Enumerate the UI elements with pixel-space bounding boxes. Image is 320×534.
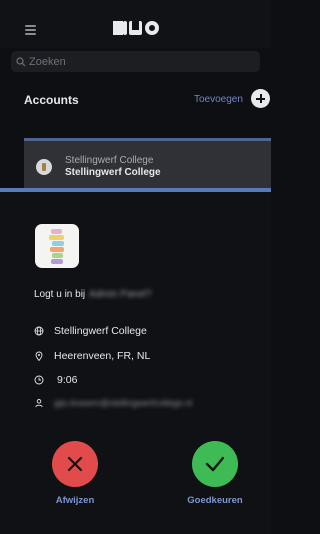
- deny-action[interactable]: Afwijzen: [45, 441, 105, 506]
- add-account-link[interactable]: Toevoegen: [194, 94, 243, 105]
- user-email: gijs.brasem@stellingwerfcollege.nl: [54, 398, 193, 408]
- hamburger-menu-icon[interactable]: [25, 25, 37, 35]
- time-row: 9:06: [34, 374, 77, 386]
- user-row: gijs.brasem@stellingwerfcollege.nl: [34, 398, 192, 408]
- checkmark-icon: [205, 456, 225, 472]
- location-row: Heerenveen, FR, NL: [34, 350, 150, 362]
- clock-icon: [34, 375, 44, 385]
- organization-row: Stellingwerf College: [34, 325, 147, 337]
- deny-button[interactable]: [52, 441, 98, 487]
- search-icon: [16, 56, 26, 66]
- search-bar[interactable]: [11, 51, 260, 72]
- approve-action[interactable]: Goedkeuren: [185, 441, 245, 506]
- close-icon: [67, 456, 83, 472]
- login-question: Logt u in bij Admin Panel?: [34, 289, 151, 300]
- location-text: Heerenveen, FR, NL: [54, 350, 151, 362]
- user-icon: [35, 399, 43, 408]
- app-logo: [35, 224, 79, 268]
- time-text: 9:06: [57, 374, 78, 386]
- location-pin-icon: [35, 351, 43, 361]
- app-name: Admin Panel?: [89, 289, 152, 300]
- organization-name: Stellingwerf College: [54, 325, 147, 337]
- top-bar: [0, 0, 271, 48]
- accounts-heading: Accounts: [24, 93, 79, 107]
- approve-label: Goedkeuren: [187, 495, 243, 506]
- account-name: Stellingwerf College: [65, 155, 154, 166]
- add-account-button[interactable]: [251, 89, 270, 108]
- approve-button[interactable]: [192, 441, 238, 487]
- globe-icon: [34, 326, 44, 336]
- account-subtitle: Stellingwerf College: [65, 167, 161, 178]
- login-request-sheet: Logt u in bij Admin Panel? Stellingwerf C…: [0, 188, 271, 534]
- account-logo-icon: [36, 159, 52, 175]
- account-item[interactable]: Stellingwerf College Stellingwerf Colleg…: [24, 138, 271, 191]
- deny-label: Afwijzen: [55, 495, 95, 506]
- search-input[interactable]: [29, 55, 229, 68]
- question-prefix: Logt u in bij: [34, 289, 86, 300]
- duo-logo: [113, 21, 159, 35]
